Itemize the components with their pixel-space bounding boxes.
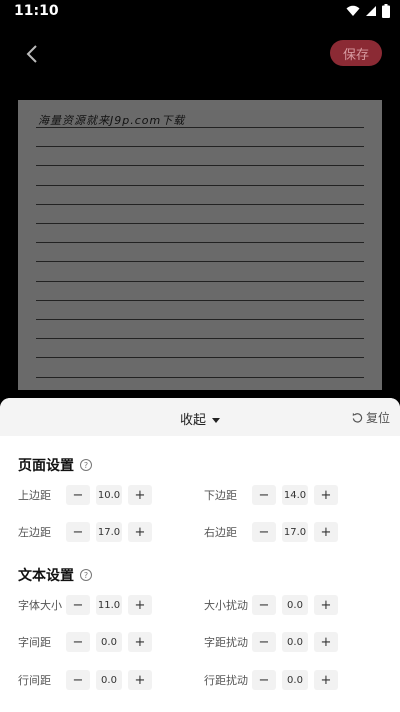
panel-header: 收起 复位 — [0, 398, 400, 436]
setting-stepper: −17.0 + — [66, 522, 152, 542]
setting-stepper: −0.0 + — [252, 595, 338, 615]
reset-label: 复位 — [365, 411, 390, 425]
setting-stepper: −0.0 + — [66, 670, 152, 690]
setting-stepper: −11.0 + — [66, 595, 152, 615]
decrement-button[interactable]: − — [66, 595, 90, 615]
paper-rule-line — [36, 338, 364, 340]
setting-value[interactable]: 17.0 — [282, 522, 308, 542]
setting-label: 行距扰动 — [204, 674, 248, 687]
decrement-button[interactable]: − — [66, 670, 90, 690]
battery-icon — [382, 4, 390, 18]
setting-value[interactable]: 0.0 — [96, 632, 122, 652]
setting-value[interactable]: 0.0 — [96, 670, 122, 690]
paper-rule-line — [36, 203, 364, 205]
handwriting-text: 海量资源就来J9p.com下载 — [38, 114, 186, 127]
caret-down-icon — [212, 418, 220, 423]
chevron-left-icon — [26, 45, 37, 63]
status-time: 11:10 — [14, 3, 59, 19]
decrement-button[interactable]: − — [252, 485, 276, 505]
paper-preview: 海量资源就来J9p.com下载 — [18, 100, 382, 390]
decrement-button[interactable]: − — [66, 632, 90, 652]
increment-button[interactable]: + — [128, 632, 152, 652]
setting-label: 左边距 — [18, 526, 51, 539]
paper-rule-line — [36, 357, 364, 359]
text-settings-title: 文本设置 ? — [18, 565, 92, 585]
increment-button[interactable]: + — [314, 522, 338, 542]
setting-value[interactable]: 0.0 — [282, 670, 308, 690]
setting-label: 大小扰动 — [204, 599, 248, 612]
setting-label: 行间距 — [18, 674, 51, 687]
increment-button[interactable]: + — [314, 595, 338, 615]
increment-button[interactable]: + — [128, 670, 152, 690]
increment-button[interactable]: + — [128, 522, 152, 542]
setting-label: 上边距 — [18, 489, 51, 502]
collapse-toggle[interactable]: 收起 — [0, 409, 400, 428]
paper-rule-line — [36, 165, 364, 167]
back-button[interactable] — [18, 40, 46, 68]
paper-rule-line — [36, 280, 364, 282]
setting-label: 字间距 — [18, 636, 51, 649]
decrement-button[interactable]: − — [252, 670, 276, 690]
increment-button[interactable]: + — [314, 485, 338, 505]
collapse-label: 收起 — [179, 413, 206, 428]
decrement-button[interactable]: − — [66, 522, 90, 542]
decrement-button[interactable]: − — [66, 485, 90, 505]
page-settings-label: 页面设置 — [18, 458, 74, 474]
reset-button[interactable]: 复位 — [352, 409, 390, 426]
setting-stepper: −0.0 + — [252, 632, 338, 652]
decrement-button[interactable]: − — [252, 595, 276, 615]
setting-label: 右边距 — [204, 526, 237, 539]
paper-rule-line — [36, 299, 364, 301]
setting-value[interactable]: 10.0 — [96, 485, 122, 505]
setting-value[interactable]: 17.0 — [96, 522, 122, 542]
increment-button[interactable]: + — [128, 595, 152, 615]
setting-value[interactable]: 0.0 — [282, 632, 308, 652]
increment-button[interactable]: + — [314, 632, 338, 652]
reset-icon — [352, 412, 363, 423]
paper-rule-line — [36, 184, 364, 186]
text-settings-label: 文本设置 — [18, 568, 74, 584]
setting-stepper: −0.0 + — [252, 670, 338, 690]
top-bar: 保存 — [0, 32, 400, 76]
setting-label: 字体大小 — [18, 599, 62, 612]
setting-label: 下边距 — [204, 489, 237, 502]
decrement-button[interactable]: − — [252, 632, 276, 652]
status-icons — [346, 4, 390, 18]
setting-stepper: −0.0 + — [66, 632, 152, 652]
save-button[interactable]: 保存 — [330, 40, 382, 66]
settings-panel: 收起 复位 页面设置 ? 文本设置 ? 上边距 −10.0 + 下边距 −14.0 + 左边… — [0, 398, 400, 712]
paper-rule-line — [36, 242, 364, 244]
setting-stepper: −17.0 + — [252, 522, 338, 542]
setting-value[interactable]: 14.0 — [282, 485, 308, 505]
decrement-button[interactable]: − — [252, 522, 276, 542]
paper-rule-line — [36, 223, 364, 224]
signal-icon — [366, 6, 376, 16]
paper-rule-line — [36, 146, 364, 148]
paper-rule-line — [36, 261, 364, 263]
page-settings-title: 页面设置 ? — [18, 455, 92, 475]
status-bar: 11:10 — [0, 0, 400, 24]
paper-rule-line — [36, 127, 364, 128]
setting-label: 字距扰动 — [204, 636, 248, 649]
setting-value[interactable]: 0.0 — [282, 595, 308, 615]
setting-stepper: −10.0 + — [66, 485, 152, 505]
setting-value[interactable]: 11.0 — [96, 595, 122, 615]
increment-button[interactable]: + — [128, 485, 152, 505]
setting-stepper: −14.0 + — [252, 485, 338, 505]
help-icon[interactable]: ? — [80, 569, 92, 581]
paper-rule-line — [36, 376, 364, 378]
increment-button[interactable]: + — [314, 670, 338, 690]
paper-rule-line — [36, 319, 364, 320]
wifi-icon — [346, 5, 360, 16]
help-icon[interactable]: ? — [80, 459, 92, 471]
